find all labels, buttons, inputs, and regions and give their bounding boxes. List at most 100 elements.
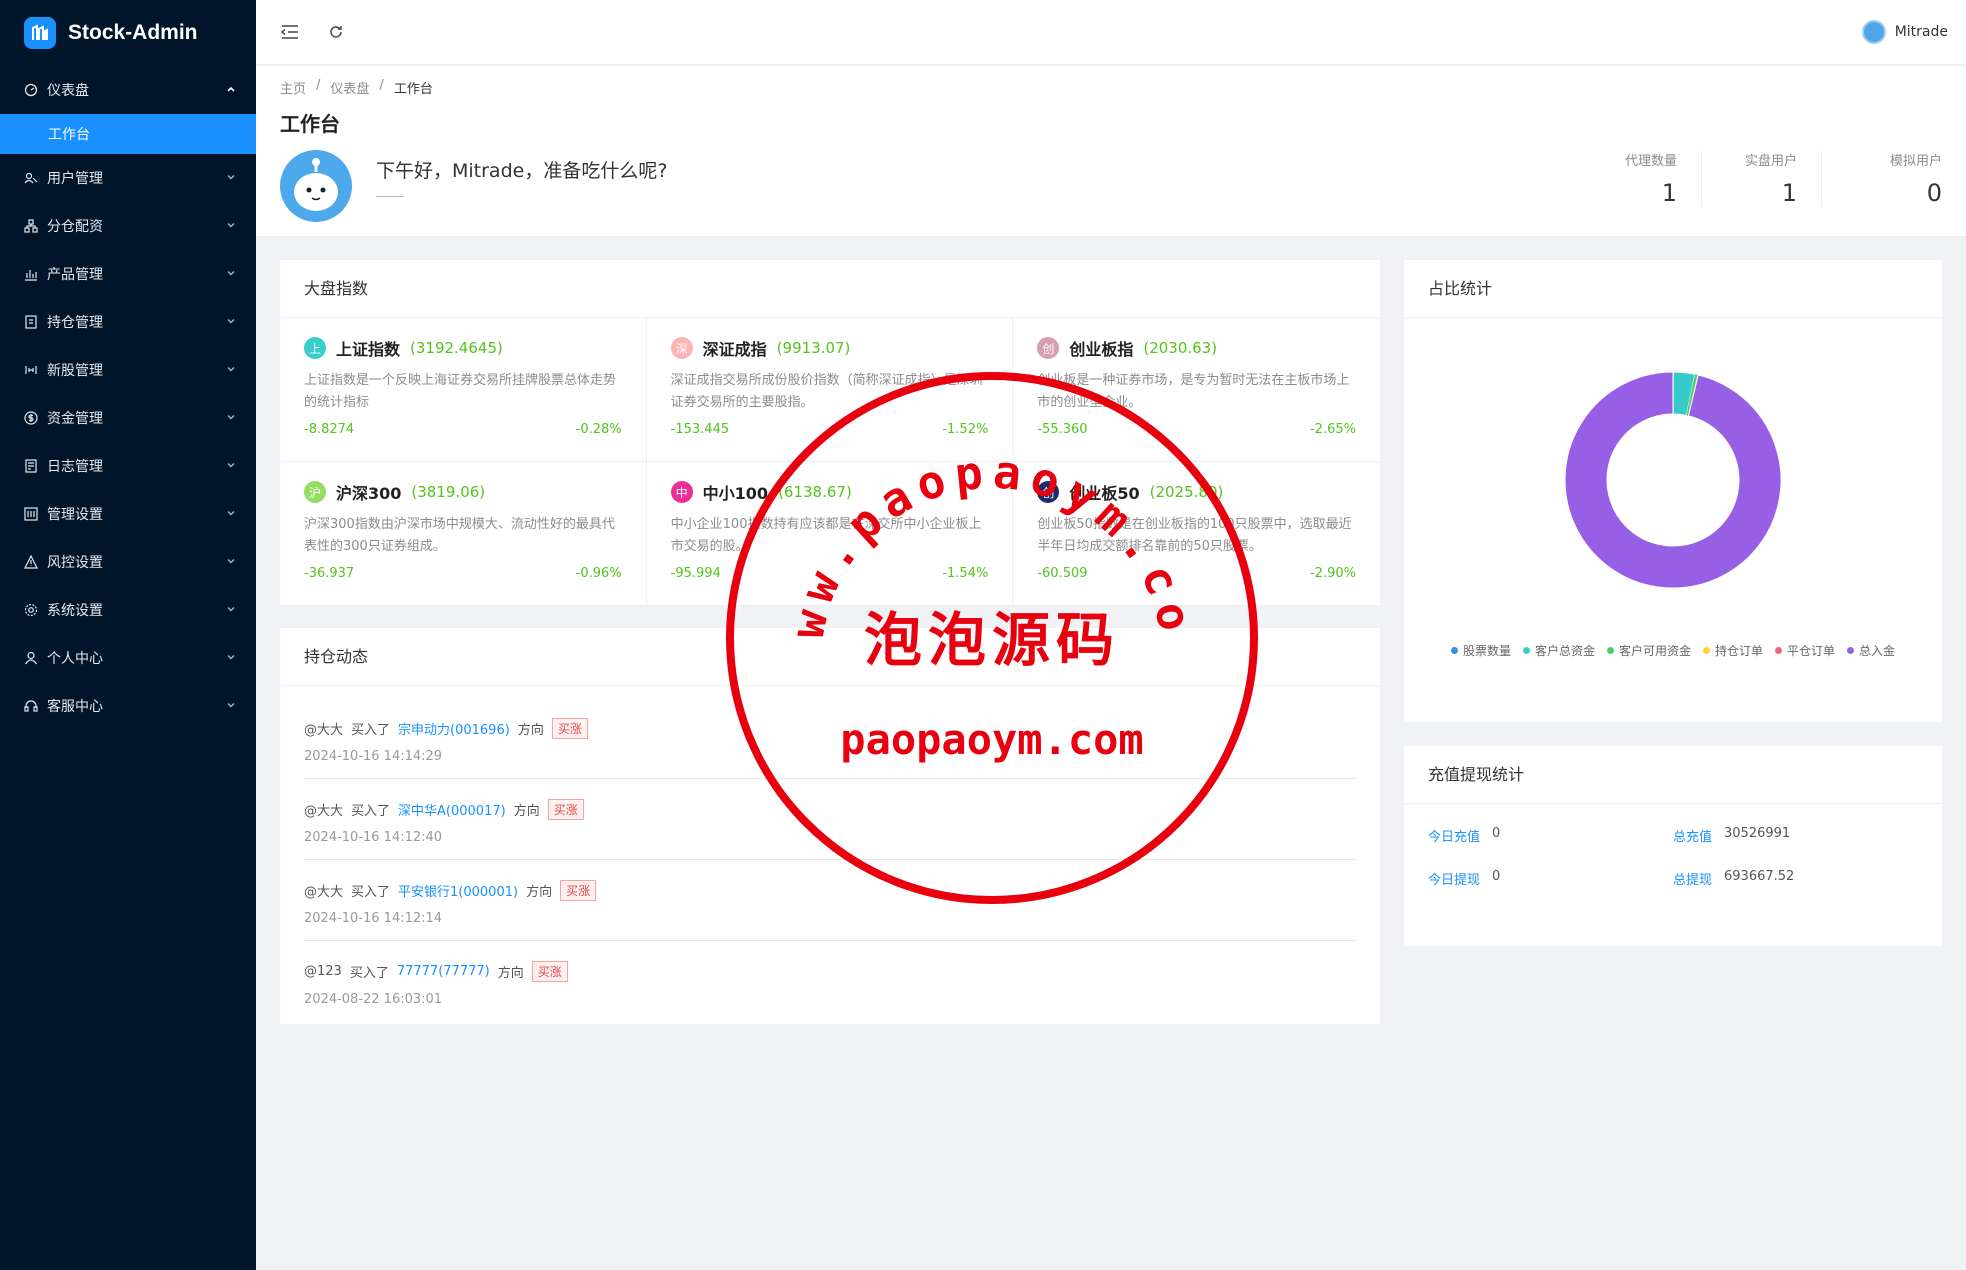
donut-slice[interactable] — [1564, 371, 1782, 589]
index-foot: -55.360 -2.65% — [1037, 422, 1356, 437]
page-title: 工作台 — [280, 112, 340, 136]
legend-dot-icon — [1847, 647, 1855, 654]
position-direction-label: 方向 — [513, 804, 540, 819]
sidebar-item-3[interactable]: 持仓管理 — [0, 298, 256, 346]
index-badge-icon: 深 — [670, 337, 693, 359]
legend-item[interactable]: 客户可用资金 — [1606, 642, 1691, 659]
ipo-icon — [24, 363, 38, 377]
dollar-icon — [24, 411, 38, 425]
sidebar-item-8[interactable]: 风控设置 — [0, 538, 256, 586]
recharge-label[interactable]: 今日充值 — [1428, 826, 1480, 845]
index-desc: 创业板是一种证券市场，是专为暂时无法在主板市场上市的创业型企业。 — [1037, 373, 1350, 410]
index-foot: -36.937 -0.96% — [304, 566, 622, 581]
sidebar-item-label: 日志管理 — [47, 459, 103, 475]
sidebar-item-0[interactable]: 用户管理 — [0, 154, 256, 202]
chevron-down-icon — [226, 170, 236, 186]
market-index-card: 大盘指数 上上证指数 (3192.4645) 上证指数是一个反映上海证券交易所挂牌股… — [280, 260, 1380, 606]
index-cell[interactable]: 创创业板指 (2030.63) 创业板是一种证券市场，是专为暂时无法在主板市场上市的… — [1013, 318, 1380, 462]
position-stock-link[interactable]: 平安银行1(000001) — [398, 881, 518, 900]
menu-workbench[interactable]: 工作台 — [0, 114, 256, 154]
index-cell[interactable]: 深深证成指 (9913.07) 深证成指交易所成份股价指数（简称深证成指）是深圳证券… — [646, 318, 1014, 462]
index-name: 沪深300 — [336, 484, 402, 503]
legend-item[interactable]: 持仓订单 — [1703, 642, 1763, 659]
sidebar-item-label: 产品管理 — [47, 267, 103, 283]
sidebar-item-11[interactable]: 客服中心 — [0, 682, 256, 730]
stat-label: 代理数量 — [1624, 154, 1677, 169]
recharge-label[interactable]: 今日提现 — [1428, 869, 1480, 888]
legend-item[interactable]: 平仓订单 — [1775, 642, 1835, 659]
position-icon — [24, 315, 38, 329]
position-user: @大大 — [304, 885, 344, 900]
legend-label: 持仓订单 — [1715, 644, 1764, 658]
sidebar-item-1[interactable]: 分仓配资 — [0, 202, 256, 250]
sidebar-item-label: 客服中心 — [47, 699, 103, 715]
breadcrumb-home[interactable]: 主页 — [280, 78, 306, 97]
sidebar-item-label: 分仓配资 — [47, 219, 103, 235]
market-index-title: 大盘指数 — [280, 260, 1380, 318]
logo[interactable]: Stock-Admin — [0, 0, 256, 66]
legend-item[interactable]: 总入金 — [1847, 642, 1895, 659]
legend-item[interactable]: 股票数量 — [1450, 642, 1511, 659]
position-stock-link[interactable]: 宗申动力(001696) — [398, 719, 510, 738]
legend-dot-icon — [1606, 647, 1614, 654]
status-badge: 买涨 — [547, 799, 584, 820]
sidebar: Stock-Admin 仪表盘 工作台 用户管理分仓配资产品管理持仓管理新股管理… — [0, 0, 256, 1270]
menu-dashboard[interactable]: 仪表盘 — [0, 66, 256, 114]
position-stock-link[interactable]: 77777(77777) — [397, 964, 490, 979]
index-change: -55.360 — [1037, 422, 1088, 437]
sidebar-item-10[interactable]: 个人中心 — [0, 634, 256, 682]
index-cell[interactable]: 中中小100 (6138.67) 中小企业100指数持有应该都是在深交所中小企业板上… — [646, 462, 1014, 606]
menu-fold-icon[interactable] — [278, 20, 302, 44]
index-foot: -95.994 -1.54% — [671, 566, 989, 581]
avatar — [1861, 20, 1886, 44]
headset-icon — [24, 699, 38, 713]
stat-value: 1 — [1661, 179, 1677, 207]
index-cell[interactable]: 创创业板50 (2025.80) 创业板50指数是在创业板指的100只股票中，选取最… — [1013, 462, 1380, 606]
sidebar-item-6[interactable]: 日志管理 — [0, 442, 256, 490]
log-icon — [24, 459, 38, 473]
index-price: (3192.4645) — [410, 339, 503, 357]
index-pct: -0.96% — [575, 566, 622, 581]
recharge-value: 0 — [1492, 826, 1501, 841]
legend-item[interactable]: 客户总资金 — [1522, 642, 1595, 659]
index-badge-icon: 创 — [1037, 337, 1060, 359]
sidebar-item-9[interactable]: 系统设置 — [0, 586, 256, 634]
sidebar-item-4[interactable]: 新股管理 — [0, 346, 256, 394]
split-warehouse-icon — [24, 219, 38, 233]
legend-dot-icon — [1450, 647, 1458, 654]
status-badge: 买涨 — [551, 718, 588, 739]
refresh-icon[interactable] — [324, 20, 348, 44]
chevron-down-icon — [226, 602, 236, 618]
user-menu[interactable]: Mitrade — [1861, 20, 1948, 44]
index-cell[interactable]: 沪沪深300 (3819.06) 沪深300指数由沪深市场中规模大、流动性好的最具代… — [280, 462, 647, 606]
position-action: 买入了 — [351, 804, 391, 819]
sidebar-item-label: 持仓管理 — [47, 315, 103, 331]
sidebar-item-7[interactable]: 管理设置 — [0, 490, 256, 538]
recharge-item: 总提现 693667.52 — [1673, 869, 1918, 888]
position-stock-link[interactable]: 深中华A(000017) — [398, 800, 506, 819]
index-desc: 中小企业100指数持有应该都是在深交所中小企业板上市交易的股。 — [670, 517, 982, 554]
chevron-down-icon — [226, 218, 236, 234]
recharge-label[interactable]: 总充值 — [1673, 826, 1712, 845]
chevron-up-icon — [226, 82, 236, 98]
index-pct: -2.90% — [1309, 566, 1356, 581]
person-icon — [24, 651, 38, 665]
index-badge-icon: 中 — [670, 481, 693, 503]
status-badge: 买涨 — [531, 961, 568, 982]
chevron-down-icon — [226, 362, 236, 378]
chevron-down-icon — [226, 506, 236, 522]
sidebar-item-2[interactable]: 产品管理 — [0, 250, 256, 298]
index-pct: -1.52% — [942, 422, 989, 437]
index-foot: -153.445 -1.52% — [671, 422, 989, 437]
recharge-label[interactable]: 总提现 — [1673, 869, 1712, 888]
sidebar-item-5[interactable]: 资金管理 — [0, 394, 256, 442]
index-badge-icon: 沪 — [304, 481, 326, 503]
index-pct: -2.65% — [1309, 422, 1356, 437]
index-head: 创创业板指 (2030.63) — [1037, 336, 1356, 360]
chart-legend: 股票数量 客户总资金 客户可用资金 持仓订单 平仓订单 总入金 — [1404, 642, 1942, 659]
index-pct: -0.28% — [575, 422, 622, 437]
index-change: -95.994 — [670, 566, 721, 581]
breadcrumb-section[interactable]: 仪表盘 — [330, 78, 369, 97]
index-cell[interactable]: 上上证指数 (3192.4645) 上证指数是一个反映上海证券交易所挂牌股票总体走势… — [280, 318, 647, 462]
recharge-item: 今日充值 0 — [1428, 826, 1673, 845]
